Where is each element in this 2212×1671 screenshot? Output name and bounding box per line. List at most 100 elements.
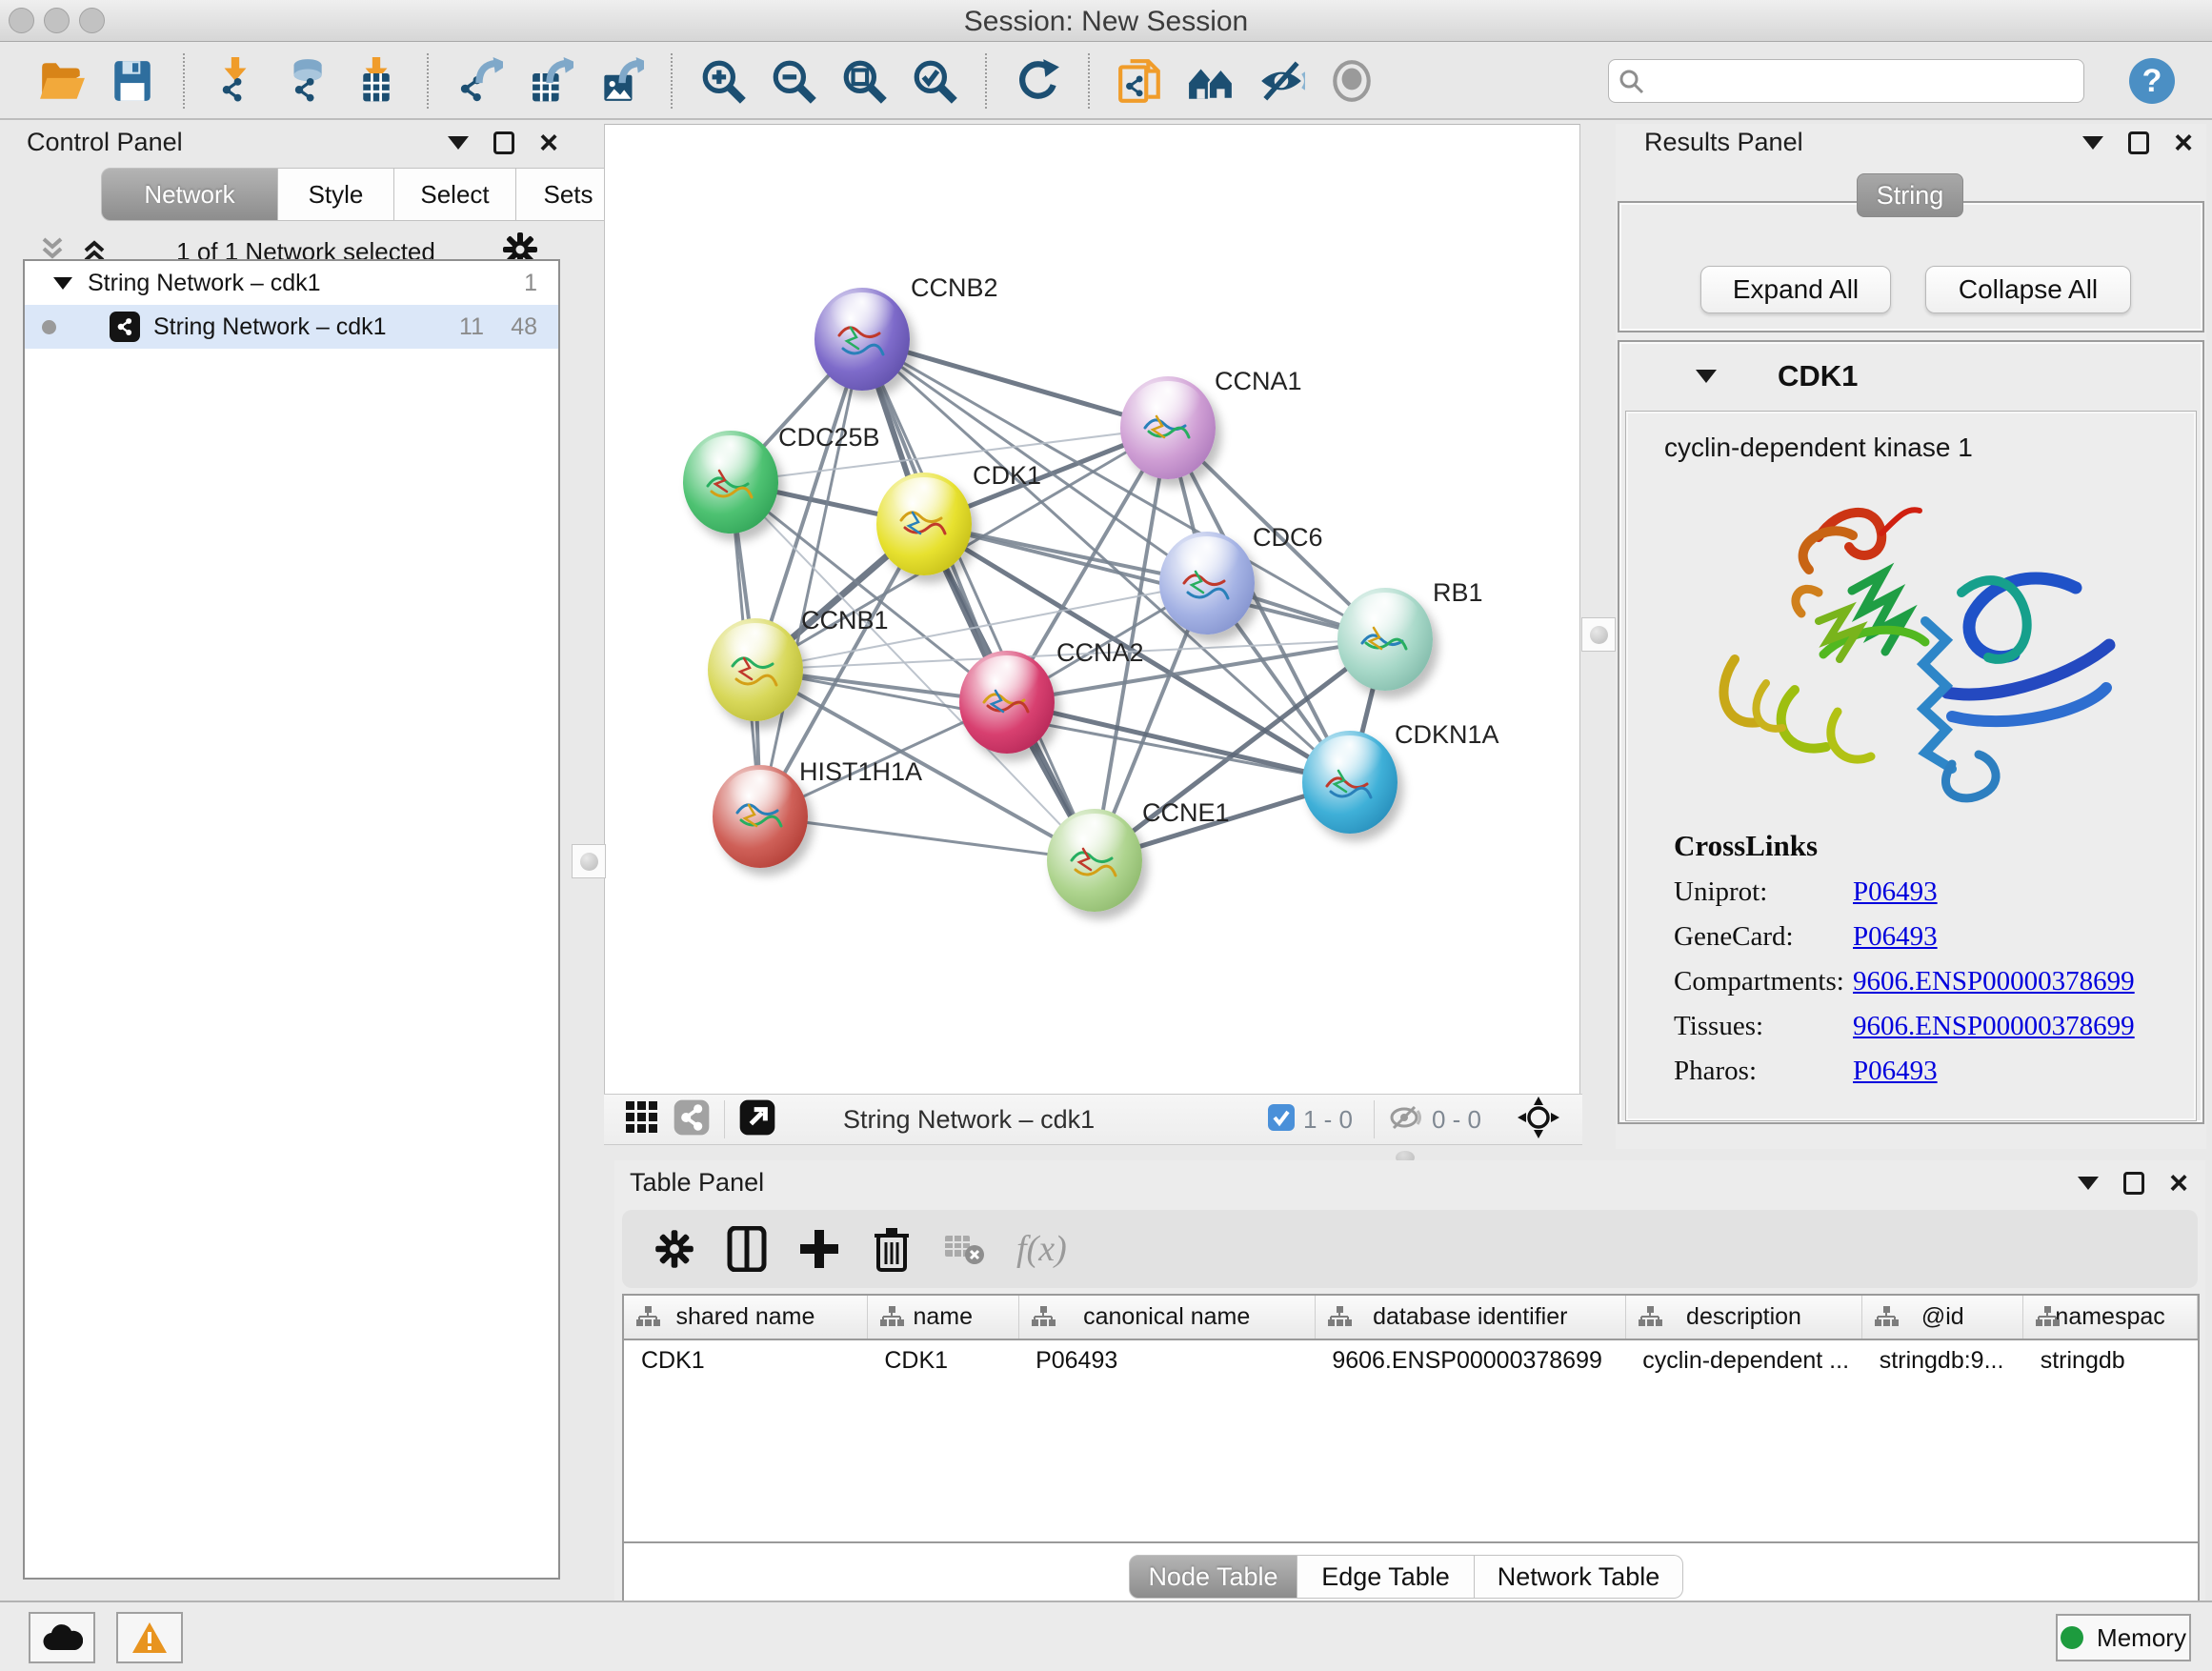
edge-CCNE1-HIST1H1A[interactable] — [760, 816, 1095, 860]
column-header-namespac[interactable]: namespac — [2023, 1296, 2198, 1339]
refresh-button[interactable] — [1010, 53, 1065, 109]
control-panel-close-icon[interactable]: × — [539, 131, 558, 154]
export-network-button[interactable] — [452, 53, 507, 109]
hide-selected-button[interactable] — [1254, 53, 1309, 109]
table-panel-menu-icon[interactable] — [2078, 1177, 2099, 1190]
node-CCNA2[interactable] — [959, 651, 1055, 754]
grid-view-icon[interactable] — [625, 1100, 659, 1139]
results-panel-float-icon[interactable] — [2128, 131, 2149, 154]
import-table-button[interactable] — [349, 53, 404, 109]
import-network-file-button[interactable] — [208, 53, 263, 109]
zoom-selected-button[interactable] — [907, 53, 962, 109]
crosslink-link[interactable]: P06493 — [1853, 921, 1938, 953]
birdseye-view-icon[interactable] — [738, 1098, 776, 1141]
edge-CCNA2-CDKN1A[interactable] — [1007, 702, 1350, 782]
cloud-icon — [41, 1623, 83, 1652]
column-header-description[interactable]: description — [1625, 1296, 1862, 1339]
node-CCNB2[interactable] — [814, 288, 910, 391]
node-CDC6[interactable] — [1159, 532, 1255, 634]
clone-network-button[interactable] — [1113, 53, 1168, 109]
results-panel-menu-icon[interactable] — [2082, 136, 2103, 150]
node-CCNB1[interactable] — [708, 618, 803, 721]
crosslink-link[interactable]: P06493 — [1853, 1056, 1938, 1087]
column-header-canonical-name[interactable]: canonical name — [1018, 1296, 1315, 1339]
protein-thumbnail-icon — [700, 459, 761, 511]
delete-table-icon[interactable] — [936, 1221, 992, 1277]
first-neighbors-button[interactable] — [1183, 53, 1238, 109]
save-session-button[interactable] — [105, 53, 160, 109]
node-CCNE1[interactable] — [1047, 809, 1142, 912]
table-panel: Table Panel × f(x) — [614, 1160, 2205, 1601]
warning-status-button[interactable] — [116, 1612, 183, 1663]
selected-checkbox-icon[interactable] — [1267, 1103, 1296, 1137]
fit-selected-crosshair-icon[interactable] — [1518, 1097, 1559, 1143]
crosslink-link[interactable]: 9606.ENSP00000378699 — [1853, 1011, 2135, 1042]
protein-thumbnail-icon — [832, 316, 893, 368]
hidden-eye-icon[interactable] — [1388, 1103, 1424, 1137]
zoom-fit-button[interactable] — [836, 53, 892, 109]
protein-section-header[interactable]: CDK1 — [1619, 342, 2202, 411]
results-panel-close-icon[interactable]: × — [2174, 131, 2193, 154]
table-settings-gear-icon[interactable] — [647, 1221, 702, 1277]
save-session-icon — [109, 57, 156, 105]
collapse-all-button[interactable]: Collapse All — [1925, 266, 2131, 313]
memory-button[interactable]: Memory — [2056, 1614, 2191, 1661]
crosslink-link[interactable]: P06493 — [1853, 876, 1938, 908]
left-splitter-toggle[interactable] — [572, 844, 606, 878]
crosslink-link[interactable]: 9606.ENSP00000378699 — [1853, 966, 2135, 997]
node-RB1[interactable] — [1337, 588, 1433, 691]
table-panel-float-icon[interactable] — [2123, 1172, 2144, 1195]
function-builder-fx-icon[interactable]: f(x) — [1016, 1228, 1067, 1270]
section-collapse-caret-icon[interactable] — [1696, 370, 1717, 383]
tab-edge-table[interactable]: Edge Table — [1297, 1555, 1475, 1599]
zoom-out-button[interactable] — [766, 53, 821, 109]
delete-column-trash-icon[interactable] — [864, 1221, 919, 1277]
node-label-CCNB1: CCNB1 — [801, 606, 889, 635]
search-input[interactable] — [1651, 65, 2032, 96]
node-CCNA1[interactable] — [1120, 376, 1216, 479]
column-header-shared-name[interactable]: shared name — [624, 1296, 867, 1339]
control-panel-float-icon[interactable] — [493, 131, 514, 154]
show-column-icon[interactable] — [719, 1221, 774, 1277]
column-header--id[interactable]: @id — [1862, 1296, 2023, 1339]
cloud-status-button[interactable] — [29, 1612, 95, 1663]
table-panel-close-icon[interactable]: × — [2169, 1172, 2188, 1195]
network-row[interactable]: String Network – cdk1 11 48 — [25, 305, 558, 349]
expand-all-button[interactable]: Expand All — [1700, 266, 1891, 313]
network-collection-row[interactable]: String Network – cdk1 1 — [25, 261, 558, 305]
node-HIST1H1A[interactable] — [713, 765, 808, 868]
tree-expand-caret-icon[interactable] — [53, 277, 72, 290]
create-column-plus-icon[interactable] — [792, 1221, 847, 1277]
control-panel-menu-icon[interactable] — [448, 136, 469, 150]
right-splitter-toggle[interactable] — [1581, 617, 1616, 652]
protein-description: cyclin-dependent kinase 1 — [1664, 433, 1973, 463]
node-CDC25B[interactable] — [683, 431, 778, 534]
tab-network[interactable]: Network — [101, 168, 278, 221]
edge-count: 48 — [511, 313, 537, 341]
edge-CCNB2-HIST1H1A[interactable] — [760, 339, 862, 816]
tab-select[interactable]: Select — [394, 168, 516, 221]
tab-string[interactable]: String — [1857, 173, 1963, 217]
protein-thumbnail-icon — [976, 679, 1037, 731]
network-canvas[interactable]: CCNB2 CCNA1 CDC25B CDK1 CDC6 — [604, 124, 1580, 1094]
network-view-icon[interactable] — [673, 1098, 711, 1141]
help-button[interactable]: ? — [2126, 55, 2178, 107]
node-CDK1[interactable] — [876, 473, 972, 575]
column-header-name[interactable]: name — [867, 1296, 1018, 1339]
zoom-in-button[interactable] — [695, 53, 751, 109]
table-row[interactable]: CDK1CDK1P064939606.ENSP00000378699cyclin… — [624, 1339, 2198, 1381]
open-file-button[interactable] — [34, 53, 90, 109]
search-box[interactable] — [1608, 59, 2084, 103]
show-all-button[interactable] — [1324, 53, 1379, 109]
import-network-database-button[interactable] — [278, 53, 333, 109]
node-label-CDKN1A: CDKN1A — [1395, 720, 1499, 750]
control-panel-title: Control Panel — [27, 128, 183, 157]
export-table-button[interactable] — [522, 53, 577, 109]
column-header-database-identifier[interactable]: database identifier — [1315, 1296, 1625, 1339]
tab-network-table[interactable]: Network Table — [1475, 1555, 1683, 1599]
tab-style[interactable]: Style — [278, 168, 394, 221]
warning-icon — [131, 1621, 169, 1655]
node-CDKN1A[interactable] — [1302, 731, 1398, 834]
export-image-button[interactable] — [593, 53, 648, 109]
tab-node-table[interactable]: Node Table — [1129, 1555, 1297, 1599]
